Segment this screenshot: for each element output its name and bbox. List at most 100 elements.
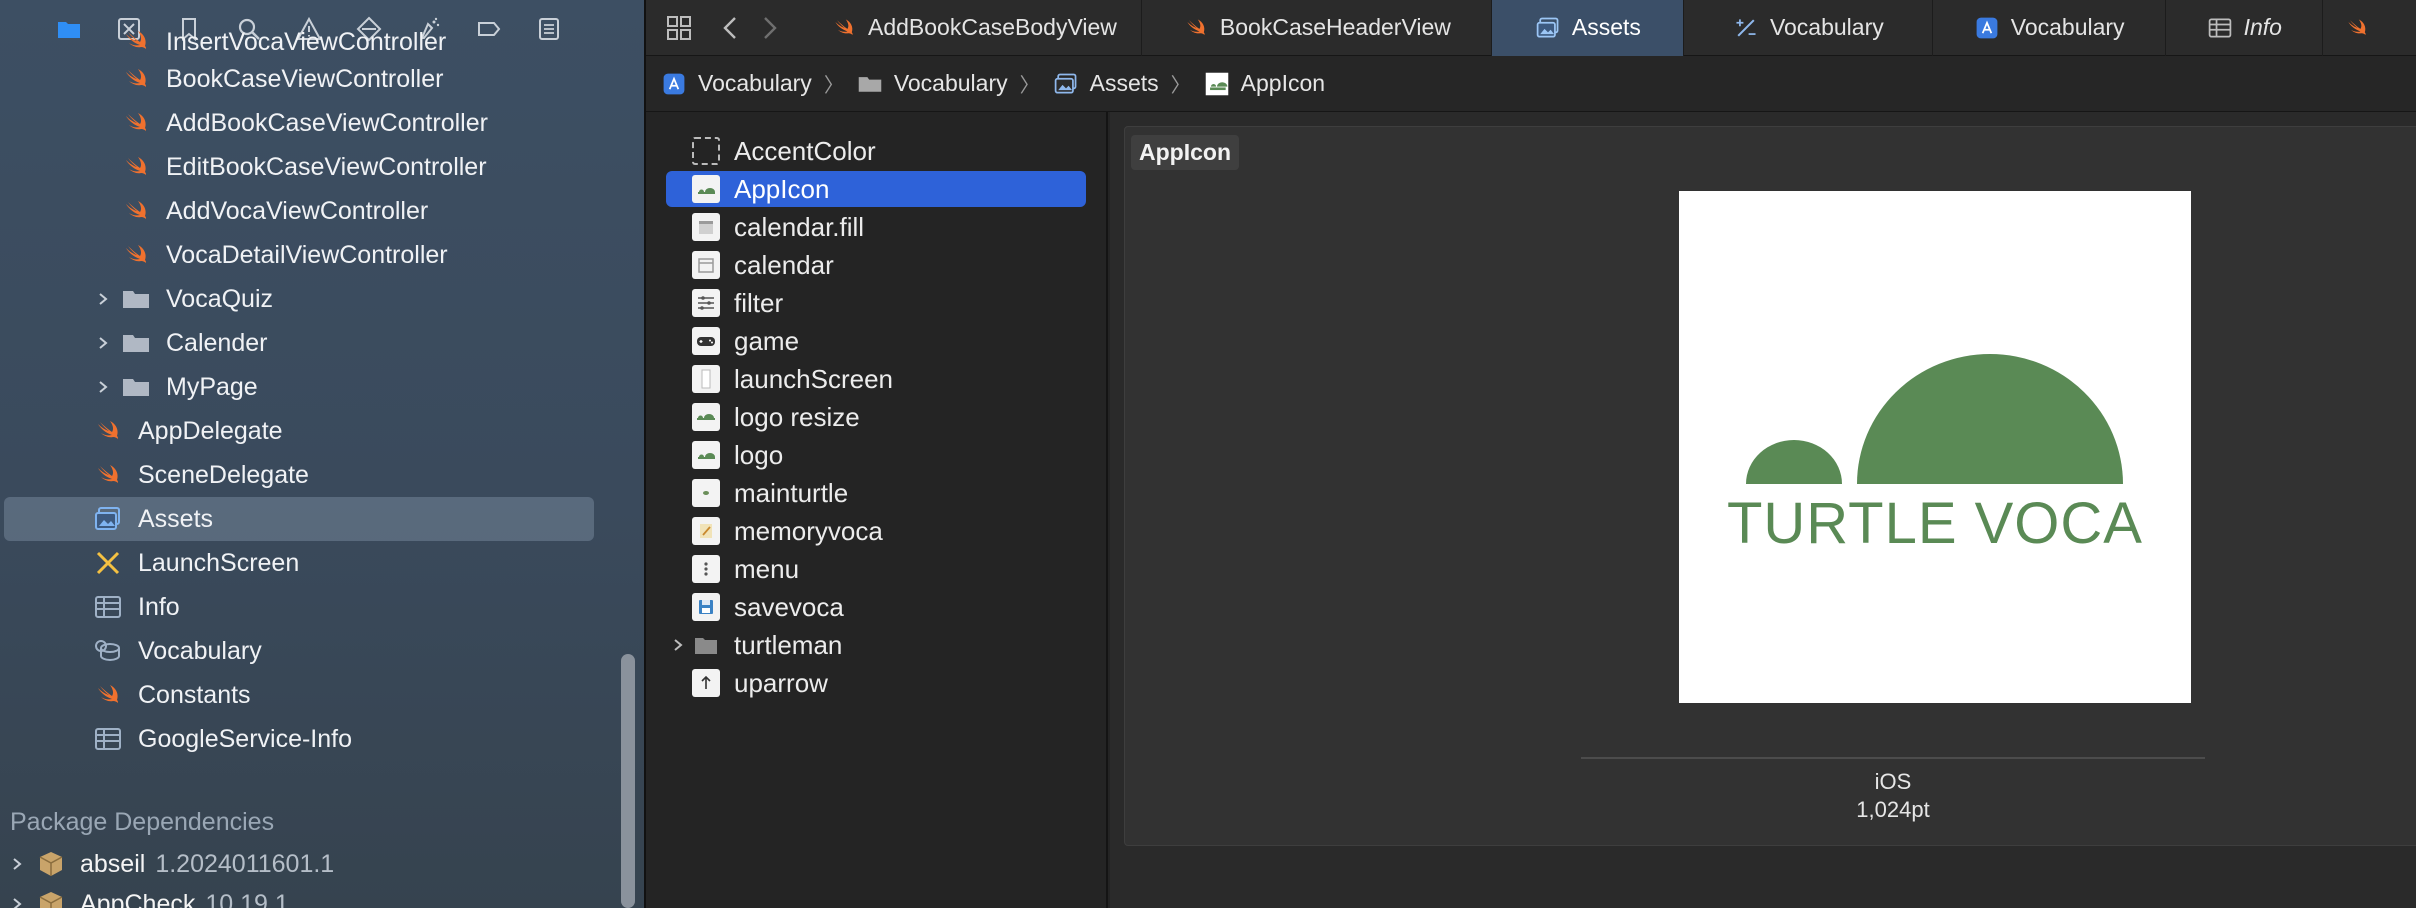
tab-assets[interactable]: Assets (1491, 0, 1684, 56)
calendar-fill-icon (692, 213, 720, 241)
asset-set-name[interactable]: AppIcon (1131, 135, 1239, 170)
file-label: Vocabulary (138, 636, 262, 665)
floppy-disk-icon (692, 593, 720, 621)
plist-icon (92, 723, 124, 755)
asset-row-calendar-fill[interactable]: calendar.fill (666, 209, 1086, 245)
file-row-googleservice-info[interactable]: GoogleService-Info (0, 717, 644, 761)
turtle-thumb-icon (692, 479, 720, 507)
asset-row-calendar[interactable]: calendar (666, 247, 1086, 283)
turtle-voca-logo: TURTLE VOCA (1727, 354, 2142, 556)
chevron-right-icon: 〉 (1170, 75, 1191, 97)
asset-row-launchscreen[interactable]: launchScreen (666, 361, 1086, 397)
logo-thumb-icon (692, 441, 720, 469)
group-row-calender[interactable]: Calender (0, 321, 644, 365)
package-name: abseil (80, 849, 146, 878)
tab-label: Info (2243, 14, 2282, 40)
tab-info[interactable]: Info (2166, 0, 2323, 56)
swift-icon (120, 151, 152, 183)
file-row-vocabulary-model[interactable]: Vocabulary (0, 629, 644, 673)
chevron-right-icon: 〉 (823, 75, 844, 97)
package-version: 1.2024011601.1 (155, 849, 335, 878)
breadcrumb-item-appicon[interactable]: AppIcon (1203, 70, 1325, 98)
group-row-vocaquiz[interactable]: VocaQuiz (0, 277, 644, 321)
editor-area: AddBookCaseBodyView BookCaseHeaderView A… (646, 0, 2416, 908)
asset-row-filter[interactable]: filter (666, 285, 1086, 321)
file-row-addbookcase-vc[interactable]: AddBookCaseViewController (0, 101, 644, 145)
file-row-vocadetail-vc[interactable]: VocaDetailViewController (0, 233, 644, 277)
tab-addbookcasebodyview[interactable]: AddBookCaseBodyView (806, 0, 1142, 56)
swift-icon (120, 31, 152, 57)
file-row-assets[interactable]: Assets (4, 497, 594, 541)
navigator-scrollbar[interactable] (621, 654, 635, 908)
grid-icon[interactable] (660, 9, 698, 47)
breadcrumb-item-project[interactable]: Vocabulary (660, 70, 812, 98)
calendar-icon (692, 251, 720, 279)
app-icon-well[interactable]: TURTLE VOCA (1679, 191, 2191, 703)
tab-label: AddBookCaseBodyView (868, 14, 1117, 40)
package-row-abseil[interactable]: abseil 1.2024011601.1 (0, 844, 334, 884)
breadcrumb-item-assets[interactable]: Assets (1052, 70, 1159, 98)
file-row-constants[interactable]: Constants (0, 673, 644, 717)
chevron-right-icon[interactable] (750, 9, 788, 47)
asset-row-uparrow[interactable]: uparrow (666, 665, 1086, 701)
asset-row-memoryvoca[interactable]: memoryvoca (666, 513, 1086, 549)
asset-catalog-icon (1052, 70, 1080, 98)
tab-vocabulary-settings[interactable]: Vocabulary (1684, 0, 1933, 56)
asset-row-turtleman[interactable]: turtleman (666, 627, 1086, 663)
asset-row-logo-resize[interactable]: logo resize (666, 399, 1086, 435)
file-row-info[interactable]: Info (0, 585, 644, 629)
chevron-right-icon[interactable] (94, 334, 112, 352)
group-row-mypage[interactable]: MyPage (0, 365, 644, 409)
asset-row-menu[interactable]: menu (666, 551, 1086, 587)
asset-detail-editor: AppIcon TURTLE VOCA iOS 1,024pt (1110, 112, 2416, 908)
chevron-right-icon[interactable] (10, 897, 28, 908)
asset-label: filter (734, 287, 784, 318)
package-icon (36, 889, 66, 908)
asset-row-savevoca[interactable]: savevoca (666, 589, 1086, 625)
tab-overflow[interactable] (2323, 0, 2401, 56)
file-tree: InsertVocaViewController BookCaseViewCon… (0, 31, 644, 761)
asset-label: calendar.fill (734, 211, 865, 242)
asset-row-game[interactable]: game (666, 323, 1086, 359)
asset-catalog-icon (1534, 14, 1562, 42)
asset-label: logo (734, 439, 784, 470)
package-row-appcheck[interactable]: AppCheck 10.19.1 (0, 884, 289, 908)
swift-icon (2343, 14, 2371, 42)
breadcrumb-label: AppIcon (1240, 70, 1326, 96)
asset-row-mainturtle[interactable]: mainturtle (666, 475, 1086, 511)
chevron-left-icon[interactable] (712, 9, 750, 47)
asset-label: calendar (734, 249, 834, 280)
folder-icon (692, 631, 720, 659)
chevron-right-icon[interactable] (94, 290, 112, 308)
breadcrumb-item-group[interactable]: Vocabulary (856, 70, 1008, 98)
file-row-scenedelegate[interactable]: SceneDelegate (0, 453, 644, 497)
file-row-bookcase-vc[interactable]: BookCaseViewController (0, 57, 644, 101)
chevron-right-icon[interactable] (670, 637, 686, 653)
chevron-right-icon[interactable] (10, 857, 28, 871)
file-row-insertvoca[interactable]: InsertVocaViewController (0, 31, 644, 57)
folder-icon (120, 283, 152, 315)
folder-icon (856, 70, 884, 98)
breadcrumb-label: Assets (1089, 70, 1159, 96)
tab-vocabulary-target[interactable]: Vocabulary (1933, 0, 2166, 56)
breadcrumb-label: Vocabulary (893, 70, 1008, 96)
asset-label: logo resize (734, 401, 860, 432)
tab-bookcaseheaderview[interactable]: BookCaseHeaderView (1142, 0, 1492, 56)
swift-icon (1182, 14, 1210, 42)
file-row-launchscreen[interactable]: LaunchScreen (0, 541, 644, 585)
asset-row-logo[interactable]: logo (666, 437, 1086, 473)
launch-image-icon (692, 365, 720, 393)
file-row-addvoca-vc[interactable]: AddVocaViewController (0, 189, 644, 233)
file-row-appdelegate[interactable]: AppDelegate (0, 409, 644, 453)
asset-catalog-icon (92, 503, 124, 535)
group-label: MyPage (166, 372, 258, 401)
tab-label: Vocabulary (1769, 14, 1884, 40)
file-row-editbookcase-vc[interactable]: EditBookCaseViewController (0, 145, 644, 189)
asset-row-appicon[interactable]: AppIcon (666, 171, 1086, 207)
chevron-right-icon[interactable] (94, 378, 112, 396)
chevron-right-icon: 〉 (1019, 75, 1040, 97)
package-name: AppCheck (80, 889, 196, 908)
asset-row-accentcolor[interactable]: AccentColor (666, 133, 1086, 169)
group-label: VocaQuiz (166, 284, 274, 313)
swift-icon (120, 195, 152, 227)
